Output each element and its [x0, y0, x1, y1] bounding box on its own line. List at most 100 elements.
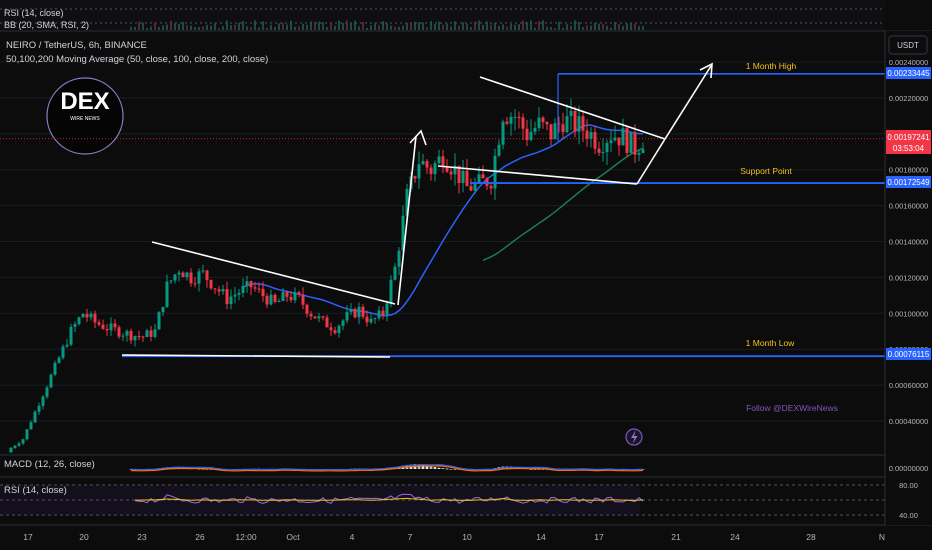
candle-body	[101, 324, 105, 329]
candle-body	[37, 405, 41, 412]
mini-bar	[506, 26, 508, 30]
mini-bar	[330, 22, 332, 30]
logo-subtext: WIRE NEWS	[70, 116, 100, 122]
mini-bar	[346, 20, 348, 30]
candle-body	[249, 281, 253, 288]
candle-body	[213, 288, 217, 290]
mini-bar	[590, 25, 592, 30]
candle-body	[229, 296, 233, 305]
candle-body	[505, 121, 509, 124]
mini-bar	[246, 26, 248, 30]
mini-bar	[462, 22, 464, 30]
candle-body	[49, 374, 53, 388]
mini-bar	[314, 21, 316, 30]
candle-body	[549, 124, 553, 140]
mini-bar	[238, 22, 240, 30]
mini-bar	[618, 24, 620, 30]
candle-body	[281, 292, 285, 301]
mini-bar	[390, 25, 392, 30]
mini-bar	[630, 22, 632, 30]
price-axis[interactable]: 0.002400000.002200000.002000000.00180000…	[884, 31, 932, 525]
mini-bar	[538, 21, 540, 30]
mini-bar	[518, 24, 520, 30]
candle-body	[257, 288, 261, 290]
mini-bar	[394, 26, 396, 30]
mini-bar	[414, 21, 416, 30]
candle-body	[413, 176, 417, 179]
candle-body	[33, 411, 37, 423]
mini-bar	[610, 27, 612, 30]
mini-bar	[326, 27, 328, 30]
lightning-icon[interactable]	[625, 428, 643, 446]
candle-body	[333, 330, 337, 334]
candle-body	[437, 156, 441, 164]
mini-bar	[638, 26, 640, 30]
candle-body	[469, 186, 473, 191]
candle-body	[369, 318, 373, 323]
mini-bar	[422, 22, 424, 30]
candle-body	[125, 331, 129, 336]
mini-bar	[386, 23, 388, 30]
candle-body	[137, 336, 141, 338]
mini-bar	[178, 23, 180, 30]
dex-logo: DEX WIRE NEWS	[46, 77, 124, 155]
mini-bar	[598, 23, 600, 30]
candle-body	[417, 164, 421, 179]
candle-body	[233, 294, 237, 297]
high-price-label: 0.00233445	[887, 69, 930, 78]
macd-bar	[441, 468, 445, 469]
candle-body	[17, 443, 21, 446]
candle-body	[69, 326, 73, 345]
macd-bar	[453, 469, 457, 470]
chart-canvas[interactable]: RSI (14, close) BB (20, SMA, RSI, 2) NEI…	[0, 0, 932, 550]
candle-body	[397, 250, 401, 267]
mini-bar	[622, 26, 624, 30]
mini-bar	[458, 25, 460, 30]
candle-body	[21, 439, 25, 444]
candle-body	[449, 171, 453, 175]
candle-body	[265, 296, 269, 305]
mini-bar	[530, 20, 532, 30]
candle-body	[89, 313, 93, 318]
candle-body	[165, 281, 169, 307]
mini-bar	[270, 24, 272, 30]
time-tick-label: 7	[408, 532, 413, 542]
candle-body	[53, 362, 57, 375]
mini-bar	[410, 22, 412, 30]
mini-bar	[450, 26, 452, 30]
mini-bar	[594, 23, 596, 30]
candle-body	[593, 132, 597, 149]
mini-bar	[194, 27, 196, 30]
candle-body	[341, 320, 345, 326]
candle-body	[621, 128, 625, 146]
candle-body	[441, 156, 445, 168]
mini-bar	[234, 24, 236, 30]
mini-bar	[606, 25, 608, 30]
candle-body	[513, 116, 517, 118]
mini-bar	[322, 22, 324, 30]
candle-body	[241, 285, 245, 293]
mini-bar	[158, 27, 160, 30]
mini-bar	[350, 22, 352, 30]
macd-bar	[433, 467, 437, 469]
mini-bar	[562, 27, 564, 30]
ma-legend: 50,100,200 Moving Average (50, close, 10…	[6, 54, 268, 65]
candle-body	[337, 325, 341, 334]
candle-body	[145, 330, 149, 337]
mini-bar	[198, 27, 200, 30]
mini-bar	[642, 26, 644, 30]
candle-body	[45, 387, 49, 397]
candle-body	[9, 447, 13, 453]
candle-body	[273, 294, 277, 302]
candle-body	[433, 163, 437, 175]
macd-bar	[429, 466, 433, 469]
candle-body	[537, 117, 541, 128]
candle-body	[105, 328, 109, 331]
macd-label: MACD (12, 26, close)	[4, 459, 95, 470]
candle-body	[429, 167, 433, 175]
mini-bar	[250, 26, 252, 30]
candle-body	[389, 279, 393, 304]
mini-bar	[438, 21, 440, 30]
candle-body	[65, 344, 69, 347]
candle-body	[533, 127, 537, 132]
